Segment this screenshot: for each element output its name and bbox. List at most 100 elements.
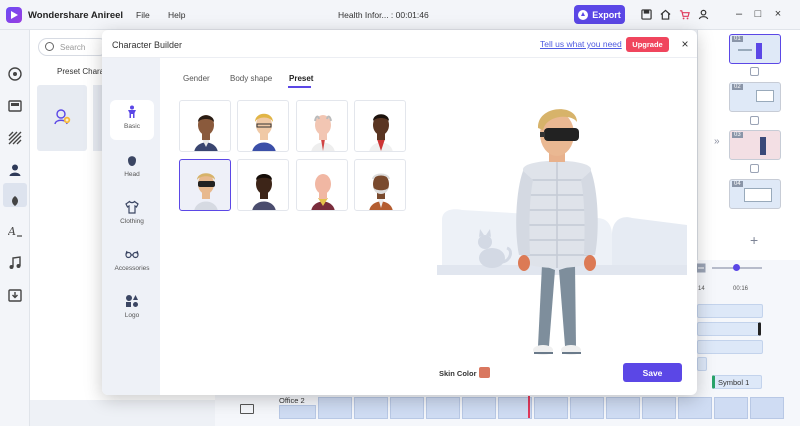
pattern-icon[interactable] bbox=[8, 131, 22, 145]
sidebar-item-head[interactable]: Head bbox=[110, 148, 154, 188]
export-button[interactable]: Export bbox=[574, 5, 625, 24]
character-preview bbox=[437, 109, 687, 355]
timeline-clip[interactable] bbox=[697, 304, 763, 318]
timeline-frame bbox=[570, 397, 604, 419]
account-icon[interactable] bbox=[698, 9, 709, 20]
sidebar-item-basic[interactable]: Basic bbox=[110, 100, 154, 140]
timeline-clip-selected[interactable] bbox=[697, 322, 761, 336]
timeline-time-16: 00:16 bbox=[733, 286, 749, 292]
palette-icon[interactable] bbox=[8, 67, 22, 81]
scene-icon[interactable] bbox=[8, 99, 22, 113]
fit-icon[interactable] bbox=[696, 263, 706, 273]
timeline-frame bbox=[279, 405, 316, 419]
glasses-icon bbox=[125, 250, 139, 259]
add-character-icon bbox=[54, 109, 71, 125]
shirt-icon bbox=[125, 200, 139, 214]
menu-help[interactable]: Help bbox=[168, 10, 185, 20]
preset-character-1[interactable] bbox=[179, 100, 231, 152]
sidebar-item-label: Logo bbox=[124, 312, 140, 319]
transition-icon[interactable] bbox=[750, 164, 759, 173]
transition-icon[interactable] bbox=[750, 67, 759, 76]
sidebar-item-accessories[interactable]: Accessories bbox=[110, 242, 154, 282]
upgrade-button[interactable]: Upgrade bbox=[626, 37, 669, 52]
scene-thumb-02[interactable]: 02 bbox=[729, 82, 781, 112]
preset-character-3[interactable] bbox=[296, 100, 348, 152]
head-icon bbox=[128, 156, 136, 166]
upload-icon bbox=[578, 9, 589, 20]
timeline-frame bbox=[354, 397, 388, 419]
character-icon[interactable] bbox=[8, 163, 22, 177]
search-placeholder: Search bbox=[60, 43, 86, 52]
app-logo bbox=[6, 7, 22, 23]
timeline-frame bbox=[498, 397, 532, 419]
tab-gender[interactable]: Gender bbox=[183, 74, 210, 83]
prop-icon[interactable] bbox=[8, 194, 22, 208]
sidebar-item-label: Head bbox=[124, 171, 140, 178]
export-label: Export bbox=[592, 9, 621, 20]
sidebar-item-label: Clothing bbox=[120, 218, 144, 225]
dialog-title: Character Builder bbox=[112, 40, 183, 50]
scene-thumb-03[interactable]: 03 bbox=[729, 130, 781, 160]
zoom-slider-knob[interactable] bbox=[733, 264, 740, 271]
window-close-icon[interactable]: × bbox=[772, 8, 784, 20]
character-builder-dialog: Character Builder Tell us what you need … bbox=[102, 30, 697, 395]
title-bar: Wondershare Anireel File Help Health Inf… bbox=[0, 0, 800, 30]
save-icon[interactable] bbox=[641, 9, 652, 20]
timeline-time-14: 14 bbox=[698, 286, 705, 292]
skin-color-label: Skin Color bbox=[439, 369, 477, 378]
dialog-close-icon[interactable]: × bbox=[679, 37, 691, 51]
timeline-frame bbox=[678, 397, 712, 419]
feedback-link[interactable]: Tell us what you need bbox=[540, 39, 622, 49]
person-icon bbox=[128, 105, 136, 118]
app-name: Wondershare Anireel bbox=[28, 10, 124, 21]
timeline-frame bbox=[534, 397, 568, 419]
cart-icon[interactable] bbox=[679, 9, 690, 20]
left-toolbar: A bbox=[0, 30, 30, 426]
timeline-frame bbox=[318, 397, 352, 419]
sidebar-item-label: Accessories bbox=[114, 265, 150, 272]
svg-text:A: A bbox=[8, 225, 16, 238]
save-button[interactable]: Save bbox=[623, 363, 682, 382]
scene-thumb-01[interactable]: 01 bbox=[729, 34, 781, 64]
timeline-frame bbox=[426, 397, 460, 419]
add-scene-button[interactable]: + bbox=[750, 232, 758, 248]
timeline-frame bbox=[714, 397, 748, 419]
playhead[interactable] bbox=[528, 396, 530, 418]
import-icon[interactable] bbox=[8, 288, 22, 302]
tab-body-shape[interactable]: Body shape bbox=[230, 74, 272, 83]
timeline-frame bbox=[750, 397, 784, 419]
office-clip-label: Office 2 bbox=[279, 396, 305, 405]
preset-character-8[interactable] bbox=[354, 159, 406, 211]
symbol-clip-label: Symbol 1 bbox=[718, 378, 750, 387]
text-icon[interactable]: A bbox=[8, 224, 22, 238]
sidebar-item-clothing[interactable]: Clothing bbox=[110, 195, 154, 235]
menu-file[interactable]: File bbox=[136, 10, 150, 20]
shapes-icon bbox=[126, 295, 138, 307]
expand-chevron-icon[interactable]: » bbox=[714, 136, 720, 147]
dialog-header: Character Builder Tell us what you need … bbox=[102, 30, 697, 58]
preset-character-2[interactable] bbox=[237, 100, 289, 152]
minimize-icon[interactable]: – bbox=[733, 8, 745, 20]
preset-character-6[interactable] bbox=[237, 159, 289, 211]
timeline-frame bbox=[606, 397, 640, 419]
builder-sidebar: Basic Head Clothing Accessories Logo bbox=[102, 58, 160, 395]
maximize-icon[interactable]: □ bbox=[752, 8, 764, 20]
preset-character-7[interactable] bbox=[296, 159, 348, 211]
scene-thumb-04[interactable]: 04 bbox=[729, 179, 781, 209]
music-icon[interactable] bbox=[8, 256, 22, 270]
film-icon bbox=[240, 404, 254, 414]
sidebar-item-logo[interactable]: Logo bbox=[110, 289, 154, 329]
transition-icon[interactable] bbox=[750, 116, 759, 125]
skin-color-swatch[interactable] bbox=[479, 367, 490, 378]
timeline-frame bbox=[642, 397, 676, 419]
search-icon bbox=[45, 42, 54, 51]
timeline-frame bbox=[390, 397, 424, 419]
preset-character-4[interactable] bbox=[354, 100, 406, 152]
preset-character-5[interactable] bbox=[179, 159, 231, 211]
home-icon[interactable] bbox=[660, 9, 671, 20]
sidebar-item-label: Basic bbox=[124, 123, 140, 130]
tab-preset[interactable]: Preset bbox=[289, 74, 313, 83]
timeline-clip[interactable] bbox=[697, 357, 707, 371]
timeline-clip[interactable] bbox=[697, 340, 763, 354]
document-title: Health Infor... : 00:01:46 bbox=[338, 10, 429, 20]
